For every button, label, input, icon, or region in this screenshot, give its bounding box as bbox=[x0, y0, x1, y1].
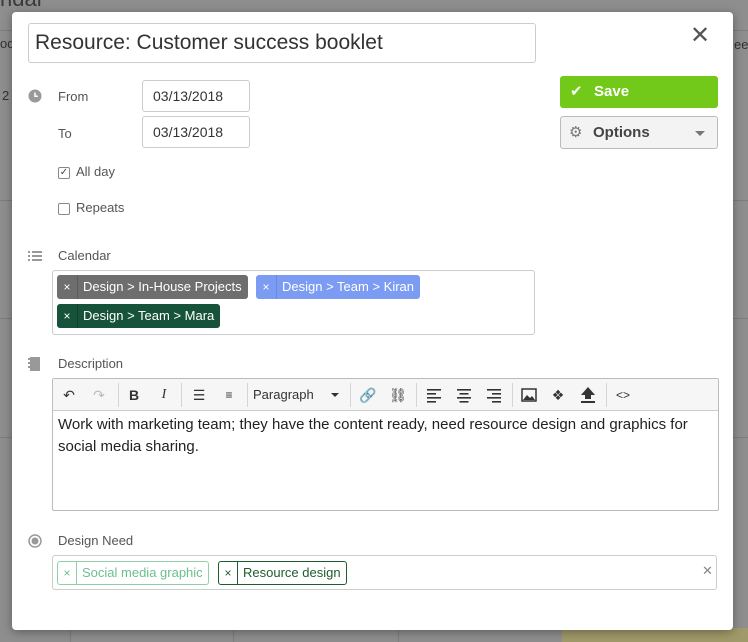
design-need-tag: × Resource design bbox=[218, 561, 347, 585]
calendar-tag-label: Design > In-House Projects bbox=[83, 279, 242, 294]
save-button[interactable]: ✔ Save bbox=[560, 76, 718, 108]
design-need-selector[interactable]: × Social media graphic × Resource design ✕ bbox=[52, 555, 717, 590]
bold-icon[interactable]: B bbox=[123, 385, 145, 405]
upload-icon[interactable] bbox=[577, 385, 599, 405]
save-button-label: Save bbox=[594, 83, 630, 100]
all-day-checkbox[interactable]: ✓ bbox=[58, 167, 70, 179]
design-need-tag-label: Resource design bbox=[243, 565, 341, 580]
remove-tag-icon[interactable]: × bbox=[256, 275, 276, 299]
remove-tag-icon[interactable]: × bbox=[219, 562, 237, 584]
chevron-down-icon bbox=[695, 131, 705, 136]
description-editor: ↶ ↷ B I ☰ ≡ Paragraph 🔗 ⛓ ❖ <> Work with… bbox=[52, 378, 719, 511]
undo-icon[interactable]: ↶ bbox=[58, 385, 80, 405]
event-title-input[interactable]: Resource: Customer success booklet bbox=[28, 23, 536, 63]
design-need-tag: × Social media graphic bbox=[57, 561, 209, 585]
calendar-tag-label: Design > Team > Kiran bbox=[282, 279, 414, 294]
calendar-header-fragment: ndar bbox=[0, 0, 44, 12]
options-label: Options bbox=[593, 124, 650, 141]
from-date-input[interactable]: 03/13/2018 bbox=[142, 80, 250, 112]
chevron-down-icon bbox=[331, 393, 339, 397]
remove-tag-icon[interactable]: × bbox=[58, 562, 76, 584]
unlink-icon[interactable]: ⛓ bbox=[387, 385, 409, 405]
remove-tag-icon[interactable]: × bbox=[57, 304, 77, 328]
calendar-selector[interactable]: × Design > In-House Projects × Design > Te… bbox=[52, 270, 535, 335]
to-label: To bbox=[58, 126, 72, 141]
design-need-label: Design Need bbox=[58, 533, 134, 548]
description-text[interactable]: Work with marketing team; they have the … bbox=[58, 414, 710, 458]
calendar-fragment: 2 bbox=[2, 88, 10, 103]
options-dropdown[interactable]: ⚙ Options bbox=[560, 116, 718, 149]
calendar-tag-label: Design > Team > Mara bbox=[83, 308, 215, 323]
image-icon[interactable] bbox=[518, 385, 540, 405]
list-icon bbox=[28, 251, 42, 261]
paragraph-format-label: Paragraph bbox=[253, 387, 314, 402]
calendar-tag: × Design > In-House Projects bbox=[57, 275, 248, 299]
radio-icon bbox=[28, 534, 42, 548]
calendar-label: Calendar bbox=[58, 248, 111, 263]
paragraph-format-dropdown[interactable]: Paragraph bbox=[253, 385, 345, 405]
event-dialog: Resource: Customer success booklet ✕ Fro… bbox=[12, 12, 733, 630]
description-label: Description bbox=[58, 356, 124, 371]
clear-selection-icon[interactable]: ✕ bbox=[702, 563, 713, 579]
redo-icon[interactable]: ↷ bbox=[88, 385, 110, 405]
align-center-icon[interactable] bbox=[453, 385, 475, 405]
calendar-tag: × Design > Team > Mara bbox=[57, 304, 221, 328]
align-left-icon[interactable] bbox=[423, 385, 445, 405]
design-need-tag-label: Social media graphic bbox=[82, 565, 203, 580]
to-date-input[interactable]: 03/13/2018 bbox=[142, 116, 250, 148]
document-icon bbox=[28, 357, 40, 371]
clock-icon bbox=[28, 89, 42, 103]
align-right-icon[interactable] bbox=[483, 385, 505, 405]
dropbox-icon[interactable]: ❖ bbox=[547, 385, 569, 405]
repeats-checkbox[interactable] bbox=[58, 203, 70, 215]
calendar-fragment: eek bbox=[734, 37, 748, 52]
gear-icon: ⚙ bbox=[569, 124, 583, 141]
editor-toolbar: ↶ ↷ B I ☰ ≡ Paragraph 🔗 ⛓ ❖ <> bbox=[53, 379, 718, 411]
numbered-list-icon[interactable]: ≡ bbox=[218, 385, 240, 405]
calendar-tag: × Design > Team > Kiran bbox=[256, 275, 420, 299]
remove-tag-icon[interactable]: × bbox=[57, 275, 77, 299]
calendar-cell-highlight bbox=[562, 628, 748, 642]
repeats-label: Repeats bbox=[76, 200, 125, 215]
all-day-label: All day bbox=[76, 164, 116, 179]
check-icon: ✔ bbox=[570, 83, 583, 100]
link-icon[interactable]: 🔗 bbox=[357, 385, 379, 405]
italic-icon[interactable]: I bbox=[153, 385, 175, 405]
close-icon[interactable]: ✕ bbox=[689, 24, 711, 48]
code-icon[interactable]: <> bbox=[612, 385, 634, 405]
from-label: From bbox=[58, 89, 89, 104]
bullet-list-icon[interactable]: ☰ bbox=[188, 385, 210, 405]
